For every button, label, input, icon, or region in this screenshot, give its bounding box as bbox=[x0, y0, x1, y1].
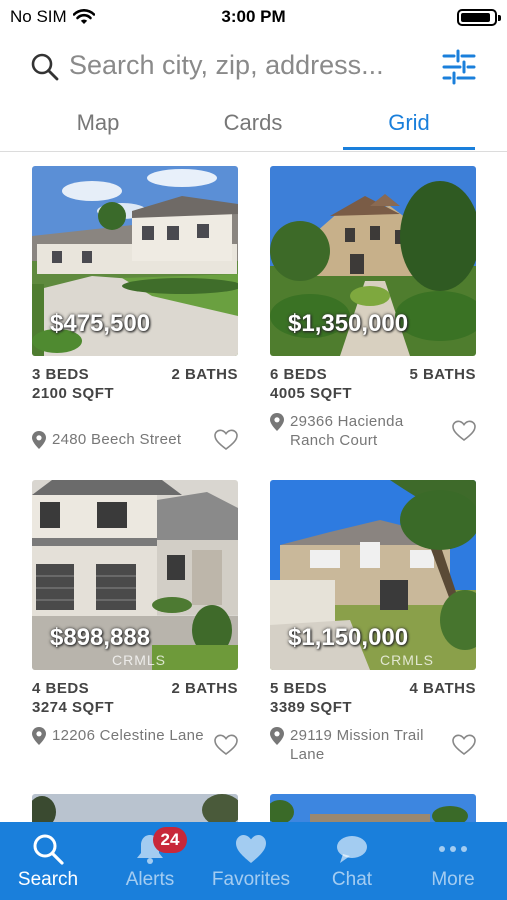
nav-search[interactable]: Search bbox=[0, 822, 98, 900]
mls-watermark: CRMLS bbox=[380, 652, 435, 668]
favorite-heart-icon[interactable] bbox=[214, 429, 238, 451]
battery-icon bbox=[457, 9, 501, 26]
listing-price: $898,888 bbox=[50, 624, 151, 651]
nav-alerts[interactable]: 24 Alerts bbox=[100, 822, 200, 900]
listing-beds: 5 BEDS bbox=[270, 680, 328, 697]
location-pin-icon bbox=[32, 727, 46, 745]
house-photo-image bbox=[32, 794, 238, 822]
nav-chat[interactable]: Chat bbox=[302, 822, 402, 900]
nav-favorites[interactable]: Favorites bbox=[201, 822, 301, 900]
carrier-label: No SIM bbox=[10, 7, 67, 26]
location-pin-icon bbox=[32, 431, 46, 449]
more-dots-icon bbox=[439, 846, 467, 852]
listing-sqft: 3274 SQFT bbox=[32, 699, 115, 716]
listing-baths: 2 BATHS bbox=[171, 366, 238, 383]
filter-sliders-icon[interactable] bbox=[442, 48, 476, 86]
search-icon bbox=[33, 834, 64, 865]
favorite-heart-icon[interactable] bbox=[452, 420, 476, 442]
tab-map[interactable]: Map bbox=[28, 110, 168, 136]
alerts-count-badge: 24 bbox=[153, 827, 187, 853]
listing-sqft: 4005 SQFT bbox=[270, 385, 353, 402]
listing-address: 29119 Mission Trail Lane bbox=[270, 726, 450, 764]
listing-beds: 6 BEDS bbox=[270, 366, 328, 383]
listing-address: 12206 Celestine Lane bbox=[32, 726, 212, 745]
listing-price: $1,350,000 bbox=[288, 310, 409, 337]
tab-cards[interactable]: Cards bbox=[183, 110, 323, 136]
listing-photo[interactable]: $475,500 bbox=[32, 166, 238, 356]
listing-address: 2480 Beech Street bbox=[32, 430, 212, 449]
view-tabs: Map Cards Grid bbox=[0, 104, 507, 152]
mls-watermark: CRMLS bbox=[112, 652, 167, 668]
listing-sqft: 2100 SQFT bbox=[32, 385, 115, 402]
listing-photo-partial[interactable] bbox=[270, 794, 476, 822]
listing-baths: 5 BATHS bbox=[409, 366, 476, 383]
bottom-tab-bar: Search 24 Alerts Favorites Chat More bbox=[0, 822, 507, 900]
listing-address: 29366 Hacienda Ranch Court bbox=[270, 412, 450, 450]
listing-beds: 4 BEDS bbox=[32, 680, 90, 697]
listing-photo-partial[interactable] bbox=[32, 794, 238, 822]
search-input[interactable]: Search city, zip, address... bbox=[69, 50, 384, 81]
favorite-heart-icon[interactable] bbox=[214, 734, 238, 756]
search-icon bbox=[31, 53, 59, 81]
location-pin-icon bbox=[270, 727, 284, 745]
nav-more[interactable]: More bbox=[403, 822, 503, 900]
listing-price: $1,150,000 bbox=[288, 624, 409, 651]
search-bar[interactable]: Search city, zip, address... bbox=[0, 42, 507, 94]
status-bar: No SIM 3:00 PM bbox=[0, 0, 507, 34]
listing-photo[interactable]: $1,150,000 CRMLS bbox=[270, 480, 476, 670]
heart-icon bbox=[236, 835, 266, 863]
house-photo-image bbox=[270, 794, 476, 822]
favorite-heart-icon[interactable] bbox=[452, 734, 476, 756]
chat-bubble-icon bbox=[337, 836, 367, 863]
listing-price: $475,500 bbox=[50, 310, 151, 337]
tab-grid[interactable]: Grid bbox=[339, 110, 479, 136]
listing-sqft: 3389 SQFT bbox=[270, 699, 353, 716]
active-tab-indicator bbox=[343, 147, 475, 150]
listing-photo[interactable]: $898,888 CRMLS bbox=[32, 480, 238, 670]
listing-baths: 2 BATHS bbox=[171, 680, 238, 697]
listing-baths: 4 BATHS bbox=[409, 680, 476, 697]
location-pin-icon bbox=[270, 413, 284, 431]
wifi-icon bbox=[72, 9, 95, 24]
listing-photo[interactable]: $1,350,000 bbox=[270, 166, 476, 356]
listing-beds: 3 BEDS bbox=[32, 366, 90, 383]
